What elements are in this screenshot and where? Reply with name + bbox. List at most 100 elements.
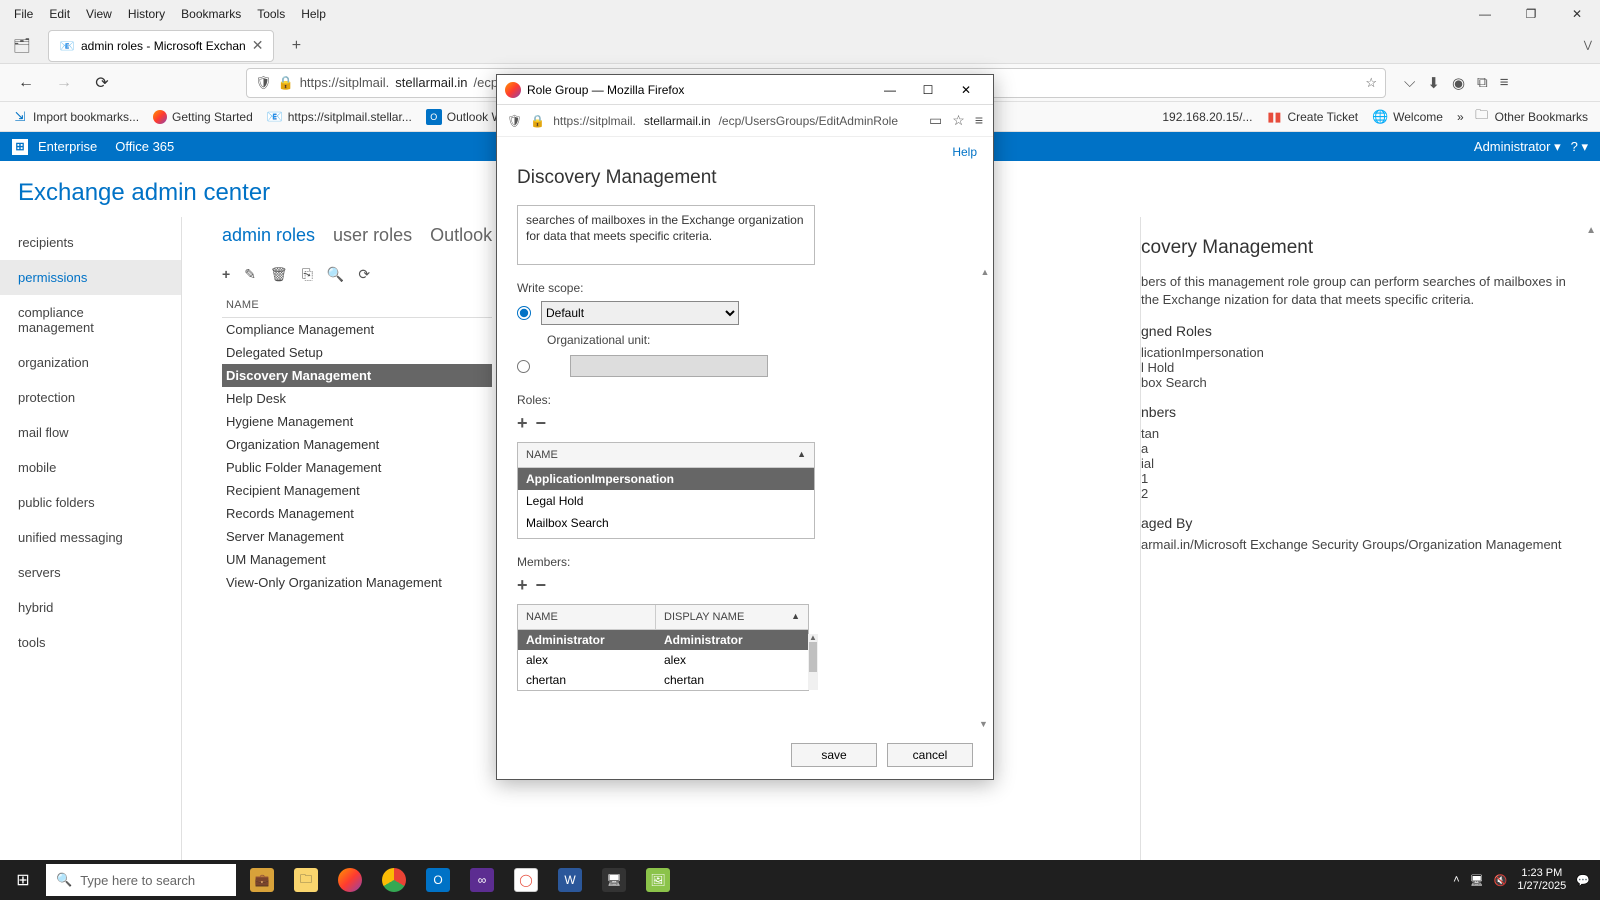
taskbar-search[interactable]: 🔍 Type here to search: [46, 864, 236, 896]
sidebar-item-organization[interactable]: organization: [0, 345, 181, 380]
roles-grid-header[interactable]: NAME ▲: [518, 443, 814, 468]
sidebar-item-recipients[interactable]: recipients: [0, 225, 181, 260]
popup-role-row[interactable]: Mailbox Search: [518, 512, 814, 534]
menu-history[interactable]: History: [120, 3, 173, 25]
shield-icon[interactable]: 🛡: [255, 75, 272, 91]
browser-tab[interactable]: 📧 admin roles - Microsoft Exchan ✕: [48, 30, 274, 62]
lock-icon[interactable]: 🔒: [278, 75, 294, 91]
lock-icon[interactable]: 🔒: [530, 114, 545, 128]
search-icon[interactable]: 🔍: [327, 266, 344, 283]
menu-view[interactable]: View: [78, 3, 120, 25]
popup-member-row[interactable]: AdministratorAdministrator: [518, 630, 808, 650]
star-icon[interactable]: ☆: [1365, 75, 1377, 91]
add-member-icon[interactable]: +: [517, 575, 528, 596]
downloads-icon[interactable]: ⬇: [1427, 74, 1440, 92]
popup-scrollbar[interactable]: ▲ ▼: [979, 267, 991, 729]
role-row[interactable]: Help Desk: [222, 387, 492, 410]
bookmark-getting-started[interactable]: Getting Started: [153, 110, 253, 124]
delete-icon[interactable]: 🗑: [270, 266, 288, 283]
bookmark-create-ticket[interactable]: ▮▮Create Ticket: [1266, 109, 1358, 125]
sidebar-item-protection[interactable]: protection: [0, 380, 181, 415]
minimize-button[interactable]: —: [1462, 0, 1508, 28]
bookmark-import[interactable]: ⇲Import bookmarks...: [12, 109, 139, 125]
role-row[interactable]: Delegated Setup: [222, 341, 492, 364]
taskbar-app-word[interactable]: W: [548, 860, 592, 900]
maximize-button[interactable]: ❐: [1508, 0, 1554, 28]
account-icon[interactable]: ◉: [1452, 74, 1465, 92]
role-row[interactable]: UM Management: [222, 548, 492, 571]
menu-file[interactable]: File: [6, 3, 41, 25]
scroll-up-icon[interactable]: ▲: [1586, 225, 1596, 236]
popup-minimize-button[interactable]: —: [871, 76, 909, 104]
description-textarea[interactable]: searches of mailboxes in the Exchange or…: [517, 205, 815, 265]
menu-edit[interactable]: Edit: [41, 3, 78, 25]
remove-role-icon[interactable]: −: [536, 413, 547, 434]
tray-up-icon[interactable]: ˄: [1453, 874, 1459, 886]
taskbar-app-unknown1[interactable]: ◯: [504, 860, 548, 900]
sidebar-item-compliance-management[interactable]: compliance management: [0, 295, 181, 345]
forward-button[interactable]: →: [50, 69, 78, 97]
close-button[interactable]: ✕: [1554, 0, 1600, 28]
remove-member-icon[interactable]: −: [536, 575, 547, 596]
popup-titlebar[interactable]: Role Group — Mozilla Firefox — ☐ ✕: [497, 75, 993, 105]
appmenu-icon[interactable]: ≡: [975, 112, 983, 129]
tabs-dropdown-icon[interactable]: ⋁: [1584, 40, 1592, 51]
role-row[interactable]: Server Management: [222, 525, 492, 548]
table-header-name[interactable]: NAME: [222, 293, 492, 318]
scope-select[interactable]: Default: [541, 301, 739, 325]
popup-member-row[interactable]: alexalex: [518, 650, 808, 670]
taskbar-app-outlook[interactable]: O: [416, 860, 460, 900]
cancel-button[interactable]: cancel: [887, 743, 973, 767]
bookmark-ip[interactable]: 192.168.20.15/...: [1162, 110, 1252, 124]
members-scrollbar[interactable]: ▲: [808, 634, 818, 690]
bookmark-welcome[interactable]: 🌐Welcome: [1372, 109, 1443, 125]
role-row[interactable]: Compliance Management: [222, 318, 492, 341]
popup-close-button[interactable]: ✕: [947, 76, 985, 104]
taskbar-app-unknown3[interactable]: 🖼: [636, 860, 680, 900]
role-row[interactable]: Discovery Management: [222, 364, 492, 387]
help-link[interactable]: Help: [952, 145, 977, 159]
appmenu-icon[interactable]: ≡: [1500, 74, 1509, 91]
extensions-icon[interactable]: ⧉: [1477, 74, 1488, 91]
save-button[interactable]: save: [791, 743, 877, 767]
menu-bookmarks[interactable]: Bookmarks: [173, 3, 249, 25]
taskbar-app-unknown2[interactable]: 🖥: [592, 860, 636, 900]
taskbar-app-explorer[interactable]: 💼: [240, 860, 284, 900]
tab-admin-roles[interactable]: admin roles: [222, 225, 315, 246]
menu-help[interactable]: Help: [293, 3, 334, 25]
add-role-icon[interactable]: +: [517, 413, 528, 434]
role-row[interactable]: Public Folder Management: [222, 456, 492, 479]
recent-tabs-icon[interactable]: 🗂: [8, 32, 36, 60]
tab-close-icon[interactable]: ✕: [252, 37, 264, 54]
sidebar-item-unified-messaging[interactable]: unified messaging: [0, 520, 181, 555]
taskbar-app-fileexplorer[interactable]: 🗀: [284, 860, 328, 900]
sidebar-item-servers[interactable]: servers: [0, 555, 181, 590]
scroll-up-icon[interactable]: ▲: [979, 267, 991, 277]
scroll-down-icon[interactable]: ▼: [979, 719, 988, 729]
banner-enterprise[interactable]: Enterprise: [38, 139, 97, 154]
members-grid-header[interactable]: NAME DISPLAY NAME▲: [518, 605, 808, 630]
role-row[interactable]: View-Only Organization Management: [222, 571, 492, 594]
copy-icon[interactable]: ⎘: [302, 266, 313, 283]
refresh-icon[interactable]: ⟳: [358, 266, 370, 283]
taskbar-clock[interactable]: 1:23 PM 1/27/2025: [1517, 867, 1566, 893]
banner-o365[interactable]: Office 365: [115, 139, 174, 154]
back-button[interactable]: ←: [12, 69, 40, 97]
sidebar-item-mail-flow[interactable]: mail flow: [0, 415, 181, 450]
other-bookmarks[interactable]: 🗀Other Bookmarks: [1474, 109, 1588, 125]
taskbar-app-firefox[interactable]: [328, 860, 372, 900]
waffle-icon[interactable]: ⊞: [12, 139, 28, 155]
popup-role-row[interactable]: Legal Hold: [518, 490, 814, 512]
tray-network-icon[interactable]: 🖥: [1470, 874, 1484, 887]
taskbar-app-chrome[interactable]: [372, 860, 416, 900]
sidebar-item-hybrid[interactable]: hybrid: [0, 590, 181, 625]
add-icon[interactable]: +: [222, 266, 230, 283]
popup-maximize-button[interactable]: ☐: [909, 76, 947, 104]
scope-default-radio[interactable]: [517, 306, 531, 320]
tab-user-roles[interactable]: user roles: [333, 225, 412, 246]
role-row[interactable]: Organization Management: [222, 433, 492, 456]
sidebar-item-permissions[interactable]: permissions: [0, 260, 181, 295]
sidebar-item-mobile[interactable]: mobile: [0, 450, 181, 485]
scope-ou-radio[interactable]: [517, 360, 530, 373]
role-row[interactable]: Records Management: [222, 502, 492, 525]
